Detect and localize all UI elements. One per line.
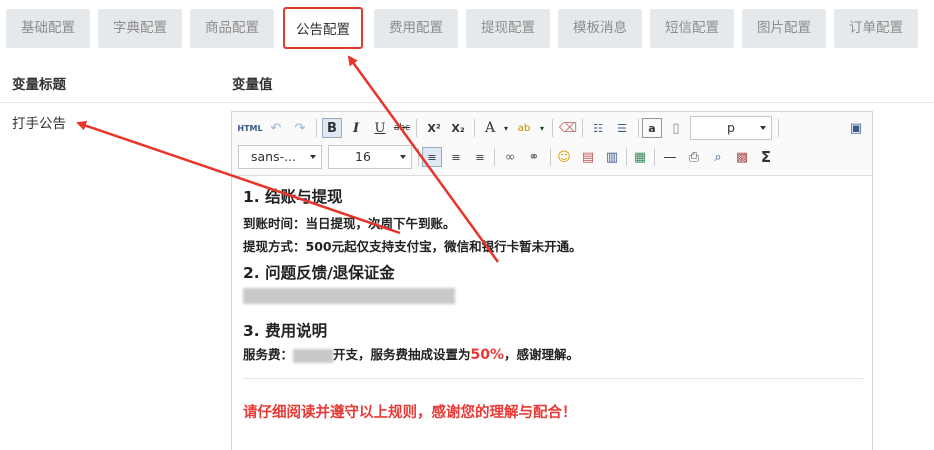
redo-icon[interactable]: ↷ <box>290 118 310 138</box>
chevron-down-icon <box>400 155 406 159</box>
header-divider <box>0 102 934 103</box>
subscript-button[interactable]: X₂ <box>448 118 468 138</box>
paragraph-format-select[interactable]: p <box>690 116 772 140</box>
tab-template-message[interactable]: 模板消息 <box>558 9 642 48</box>
row-label-announcement: 打手公告 <box>12 116 66 132</box>
superscript-button[interactable]: X² <box>424 118 444 138</box>
toolbar-separator <box>494 148 495 166</box>
fee-percent: 50% <box>470 347 505 363</box>
bold-button[interactable]: B <box>322 118 342 138</box>
unordered-list-icon[interactable]: ☰ <box>612 118 632 138</box>
toolbar-separator <box>474 119 475 137</box>
link-icon[interactable]: ∞ <box>500 147 520 167</box>
image-icon[interactable]: ▤ <box>578 147 598 167</box>
paragraph-format-value: p <box>727 120 735 135</box>
column-header-title: 变量标题 <box>12 77 66 93</box>
tab-bar: 基础配置 字典配置 商品配置 公告配置 费用配置 提现配置 模板消息 短信配置 … <box>0 0 934 56</box>
align-right-button[interactable]: ≡ <box>470 147 490 167</box>
tab-dictionary-config[interactable]: 字典配置 <box>98 9 182 48</box>
font-size-select[interactable]: 16 <box>328 145 412 169</box>
rich-text-editor: HTML ↶ ↷ B I U abc X² X₂ A ▾ ab ▾ ⌫ ☷ ☰ … <box>231 111 873 450</box>
toolbar-separator <box>418 148 419 166</box>
chevron-down-icon <box>760 126 766 130</box>
font-size-value: 16 <box>355 149 371 164</box>
highlight-color-icon[interactable]: ab <box>514 118 534 138</box>
section-heading-3: 3. 费用说明 <box>243 322 328 340</box>
tab-basic-config[interactable]: 基础配置 <box>6 9 90 48</box>
tab-withdraw-config[interactable]: 提现配置 <box>466 9 550 48</box>
align-left-button[interactable]: ≡ <box>422 147 442 167</box>
align-center-button[interactable]: ≡ <box>446 147 466 167</box>
content-line-method: 提现方式：500元起仅支持支付宝，微信和银行卡暂未开通。 <box>243 239 582 254</box>
content-divider <box>243 378 863 379</box>
section-heading-2: 2. 问题反馈/退保证金 <box>243 264 395 282</box>
tab-fee-config[interactable]: 费用配置 <box>374 9 458 48</box>
chevron-down-icon <box>310 155 316 159</box>
content-line-arrival: 到账时间：当日提现，次周下午到账。 <box>243 216 456 231</box>
content-line-fee: 服务费： 开支，服务费抽成设置为50%，感谢理解。 <box>243 344 579 363</box>
tab-sms-config[interactable]: 短信配置 <box>650 9 734 48</box>
blurred-line <box>243 287 455 304</box>
emoji-icon[interactable]: ☺ <box>554 147 574 167</box>
toolbar-separator <box>778 119 779 137</box>
eraser-icon[interactable]: ⌫ <box>558 118 578 138</box>
underline-button[interactable]: U <box>370 118 390 138</box>
tab-goods-config[interactable]: 商品配置 <box>190 9 274 48</box>
insert-image-icon[interactable]: ▦ <box>630 147 650 167</box>
sum-icon[interactable]: Σ <box>756 147 776 167</box>
tab-announcement-config[interactable]: 公告配置 <box>283 7 363 49</box>
ordered-list-icon[interactable]: ☷ <box>588 118 608 138</box>
editor-toolbar: HTML ↶ ↷ B I U abc X² X₂ A ▾ ab ▾ ⌫ ☷ ☰ … <box>232 112 872 176</box>
italic-button[interactable]: I <box>346 118 366 138</box>
tab-order-config[interactable]: 订单配置 <box>834 9 918 48</box>
font-family-value: sans-... <box>251 149 297 164</box>
strikethrough-button[interactable]: abc <box>392 118 412 138</box>
font-color-dropdown-icon[interactable]: ▾ <box>496 118 516 138</box>
notice-text: 请仔细阅读并遵守以上规则，感谢您的理解与配合！ <box>243 405 577 421</box>
preview-icon[interactable]: ⌕ <box>708 147 728 167</box>
redacted-block <box>243 287 455 304</box>
toolbar-separator <box>638 119 639 137</box>
unlink-icon[interactable]: ⚭ <box>524 147 544 167</box>
anchor-icon[interactable]: a <box>642 118 662 138</box>
toolbar-separator <box>626 148 627 166</box>
fullscreen-icon[interactable]: ▣ <box>846 118 866 138</box>
undo-icon[interactable]: ↶ <box>266 118 286 138</box>
tab-image-config[interactable]: 图片配置 <box>742 9 826 48</box>
font-family-select[interactable]: sans-... <box>238 145 322 169</box>
video-icon[interactable]: ▥ <box>602 147 622 167</box>
toolbar-separator <box>416 119 417 137</box>
toolbar-separator <box>552 119 553 137</box>
page-icon[interactable]: ▯ <box>666 118 686 138</box>
section-heading-1: 1. 结账与提现 <box>243 188 343 206</box>
column-header-value: 变量值 <box>232 77 273 93</box>
horizontal-rule-icon[interactable]: — <box>660 147 680 167</box>
toolbar-separator <box>654 148 655 166</box>
redacted-block <box>293 348 334 363</box>
highlight-dropdown-icon[interactable]: ▾ <box>532 118 552 138</box>
toolbar-separator <box>582 119 583 137</box>
paste-icon[interactable]: ▩ <box>732 147 752 167</box>
editor-content[interactable]: 1. 结账与提现 到账时间：当日提现，次周下午到账。 提现方式：500元起仅支持… <box>232 177 872 450</box>
print-icon[interactable]: ⎙ <box>684 147 704 167</box>
fee-prefix: 服务费： <box>243 347 294 362</box>
fee-suffix: ，感谢理解。 <box>504 347 580 362</box>
fee-middle: 开支，服务费抽成设置为 <box>333 347 471 362</box>
toolbar-separator <box>550 148 551 166</box>
html-source-button[interactable]: HTML <box>237 118 262 138</box>
toolbar-separator <box>316 119 317 137</box>
